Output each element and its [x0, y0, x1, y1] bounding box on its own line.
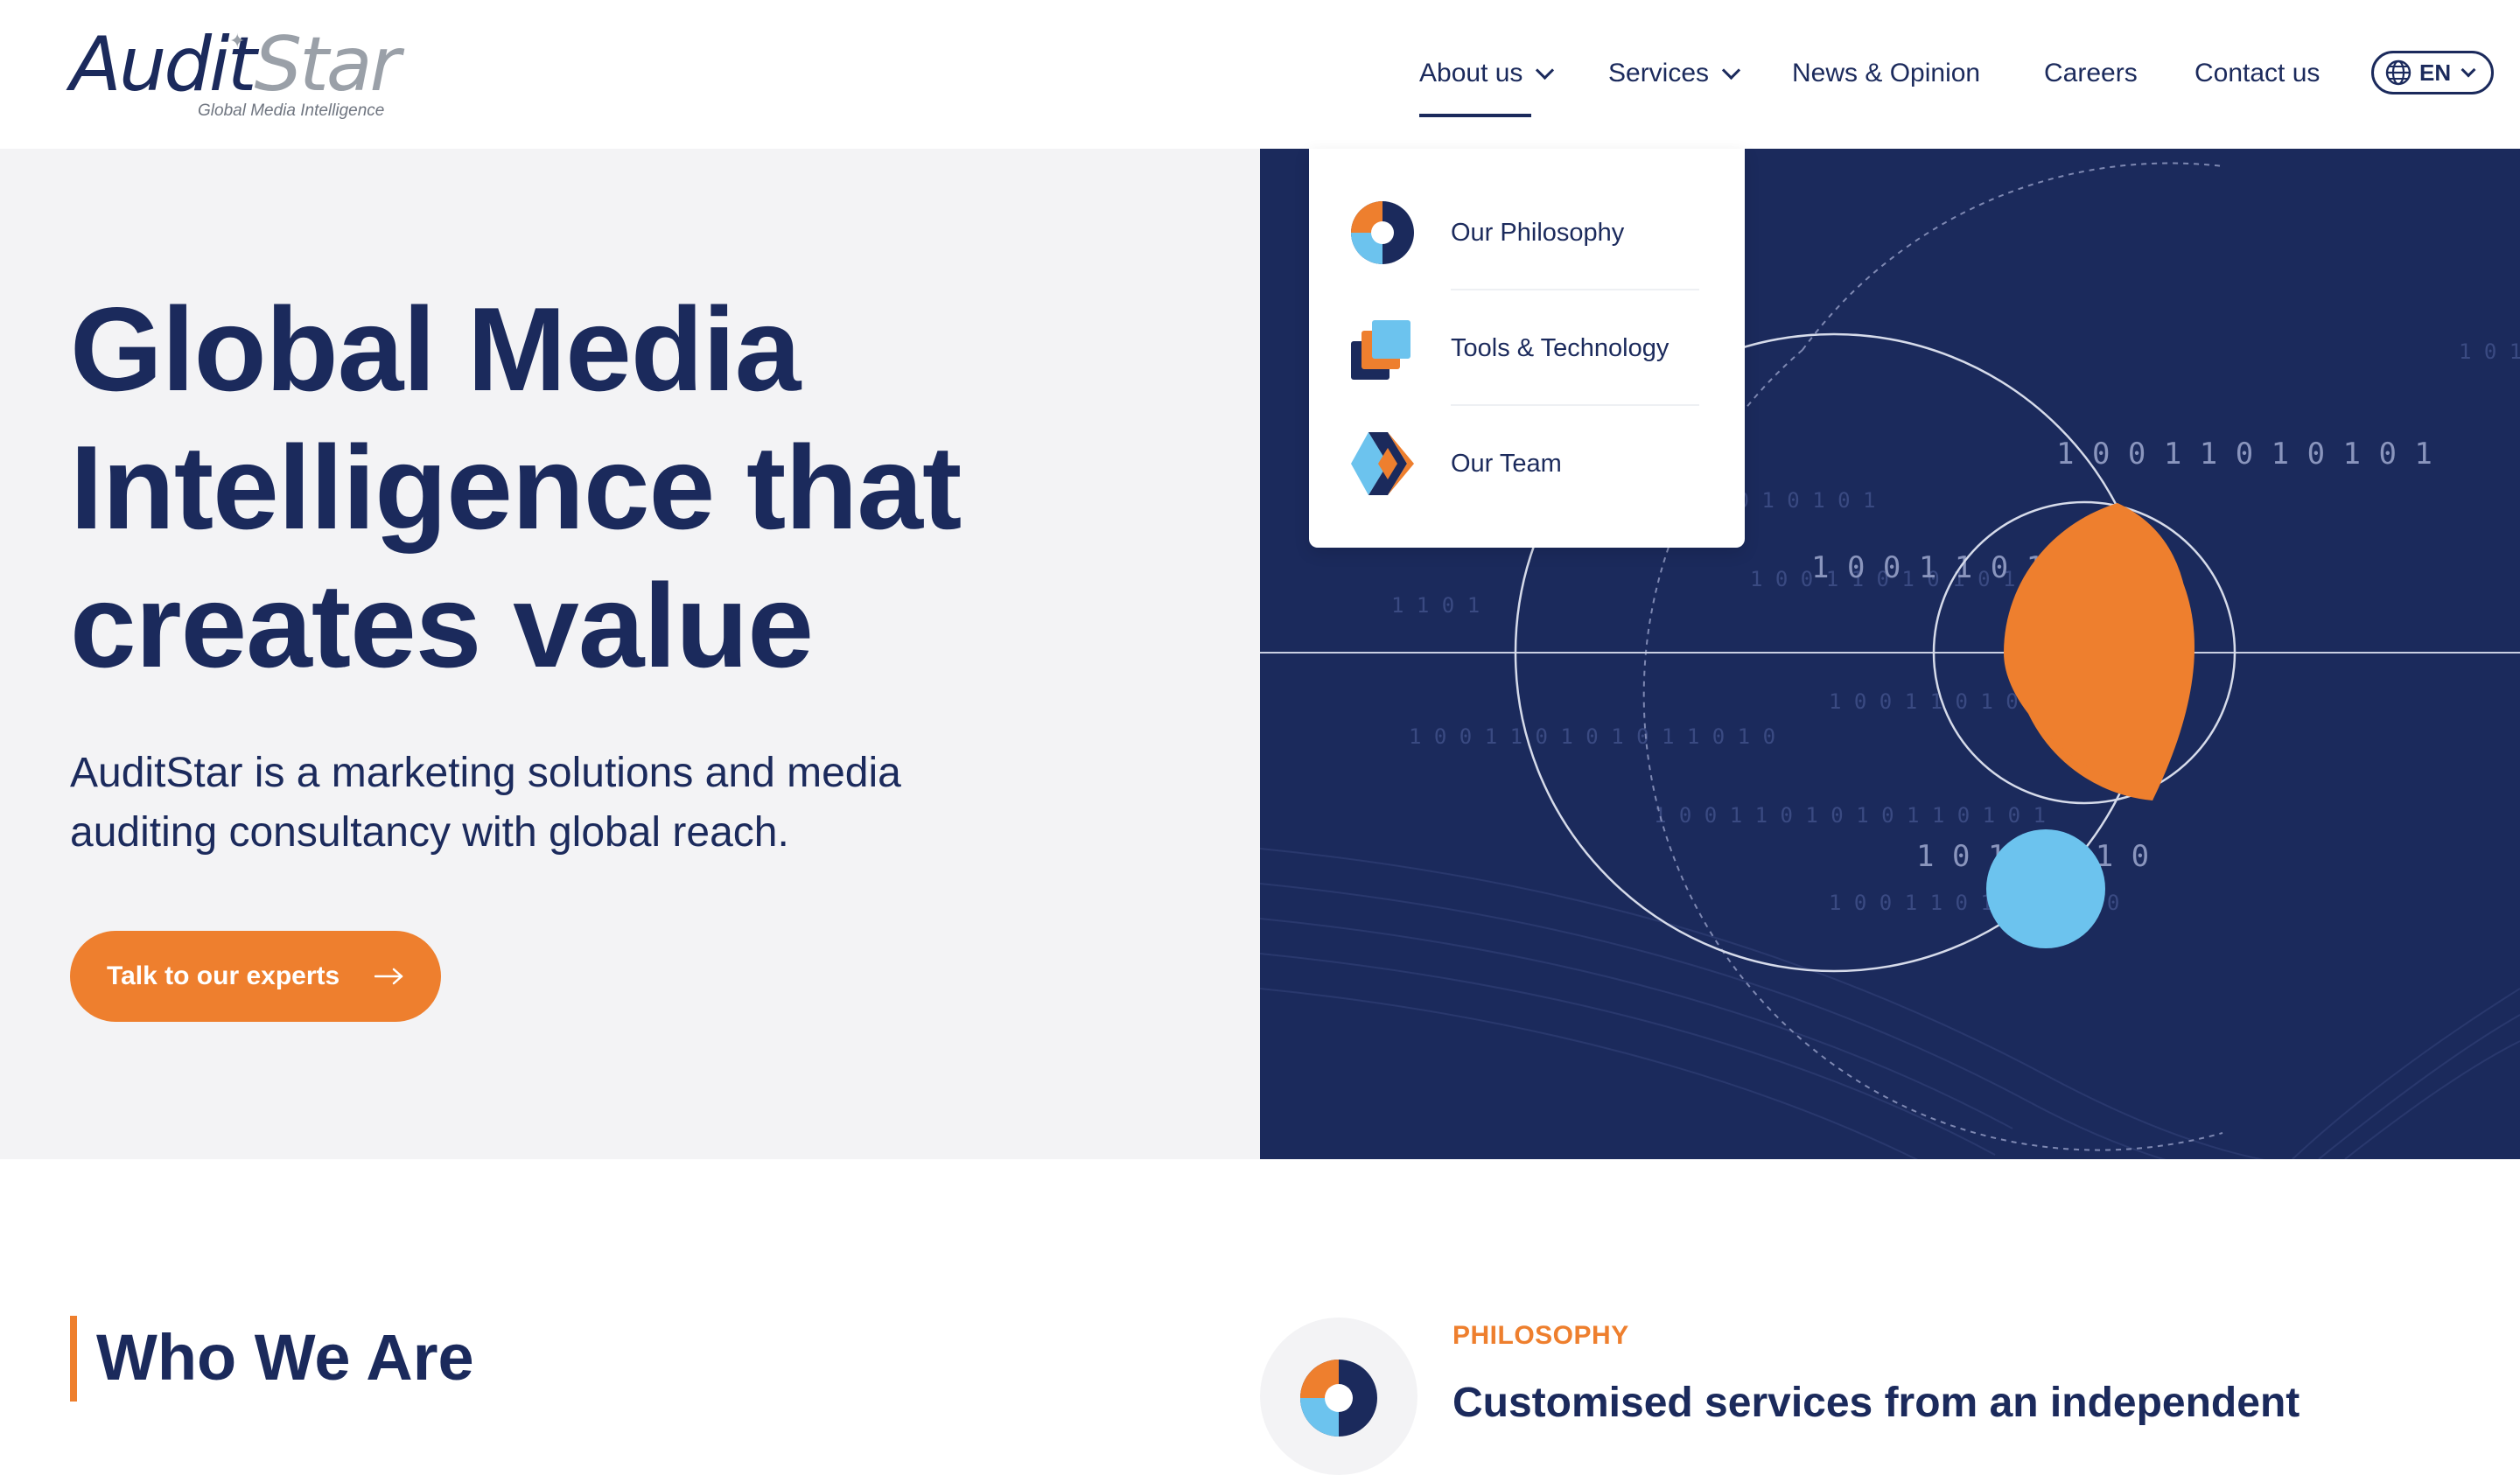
chevron-down-icon — [2460, 62, 2476, 78]
nav-services-label: Services — [1608, 59, 1710, 87]
nav-services[interactable]: Services — [1608, 49, 1741, 98]
language-code: EN — [2419, 59, 2452, 86]
dropdown-item-label: Our Team — [1451, 449, 1562, 478]
logo-star-icon: ✦ — [229, 30, 246, 52]
binary-row-1: 1 0 0 1 1 0 1 0 1 0 1 — [2056, 437, 2432, 472]
nav-contact-label: Contact us — [2194, 59, 2320, 87]
auditstar-logo[interactable]: AuditStar ✦ Global Media Intelligence — [70, 21, 420, 126]
philosophy-heading: Customised services from an independent — [1452, 1380, 2300, 1426]
svg-text:1 0 0 1 1 0 1 0 1 0 1 1: 1 0 0 1 1 0 1 0 1 0 1 1 0 1 0 1 — [1654, 803, 2046, 828]
logo-tagline: Global Media Intelligence — [198, 101, 385, 120]
dropdown-separator — [1451, 289, 1699, 290]
dropdown-item-our-team[interactable]: Our Team — [1349, 429, 1717, 499]
philosophy-badge — [1260, 1318, 1418, 1475]
philosophy-kicker: PHILOSOPHY — [1452, 1321, 1629, 1350]
hero-subtitle-line-2: auditing consultancy with global reach. — [70, 809, 789, 856]
dropdown-item-label: Tools & Technology — [1451, 333, 1670, 362]
dropdown-separator — [1451, 404, 1699, 406]
nav-careers-label: Careers — [2044, 59, 2138, 87]
nav-about-us[interactable]: About us — [1419, 49, 1555, 98]
nav-careers[interactable]: Careers — [2044, 49, 2138, 98]
svg-text:1 0 0 1 1 0 1 0 1 0 1 1: 1 0 0 1 1 0 1 0 1 0 1 1 0 1 0 — [1409, 724, 1775, 749]
chevron-down-icon — [1536, 60, 1555, 80]
nav-news-label: News & Opinion — [1792, 59, 1981, 87]
tools-icon — [1351, 320, 1410, 380]
hero-title: Global Media Intelligence that creates v… — [70, 280, 1208, 695]
dropdown-item-label: Our Philosophy — [1451, 218, 1625, 247]
section-accent-bar — [70, 1316, 77, 1402]
talk-to-experts-button[interactable]: Talk to our experts — [70, 931, 441, 1022]
philosophy-icon — [1300, 1360, 1377, 1437]
dropdown-item-tools-technology[interactable]: Tools & Technology — [1349, 313, 1717, 383]
chevron-down-icon — [1721, 60, 1741, 80]
svg-text:1 0 1: 1 0 1 — [2459, 339, 2520, 364]
globe-icon — [2385, 59, 2412, 86]
language-selector[interactable]: EN — [2371, 51, 2494, 94]
nav-contact-us[interactable]: Contact us — [2194, 49, 2320, 98]
cta-label: Talk to our experts — [107, 961, 340, 990]
nav-about-us-label: About us — [1419, 59, 1523, 87]
team-icon — [1351, 432, 1414, 495]
site-header: AuditStar ✦ Global Media Intelligence Ab… — [0, 0, 2520, 149]
dropdown-item-our-philosophy[interactable]: Our Philosophy — [1349, 198, 1717, 268]
hero-title-line-1: Global Media — [70, 283, 801, 416]
hero-subtitle: AuditStar is a marketing solutions and m… — [70, 744, 1120, 863]
arrow-right-icon — [374, 968, 404, 985]
nav-news-opinion[interactable]: News & Opinion — [1792, 49, 1980, 98]
who-we-are-title: Who We Are — [96, 1321, 474, 1394]
hero-title-line-3: creates value — [70, 559, 814, 692]
nav-active-indicator — [1419, 114, 1531, 117]
hero-subtitle-line-1: AuditStar is a marketing solutions and m… — [70, 750, 901, 796]
about-us-dropdown: Our Philosophy Tools & Technology Our Te… — [1309, 149, 1745, 548]
hero-title-line-2: Intelligence that — [70, 421, 962, 554]
svg-text:1 1 0 1: 1 1 0 1 — [1391, 593, 1480, 618]
philosophy-icon — [1351, 201, 1414, 264]
